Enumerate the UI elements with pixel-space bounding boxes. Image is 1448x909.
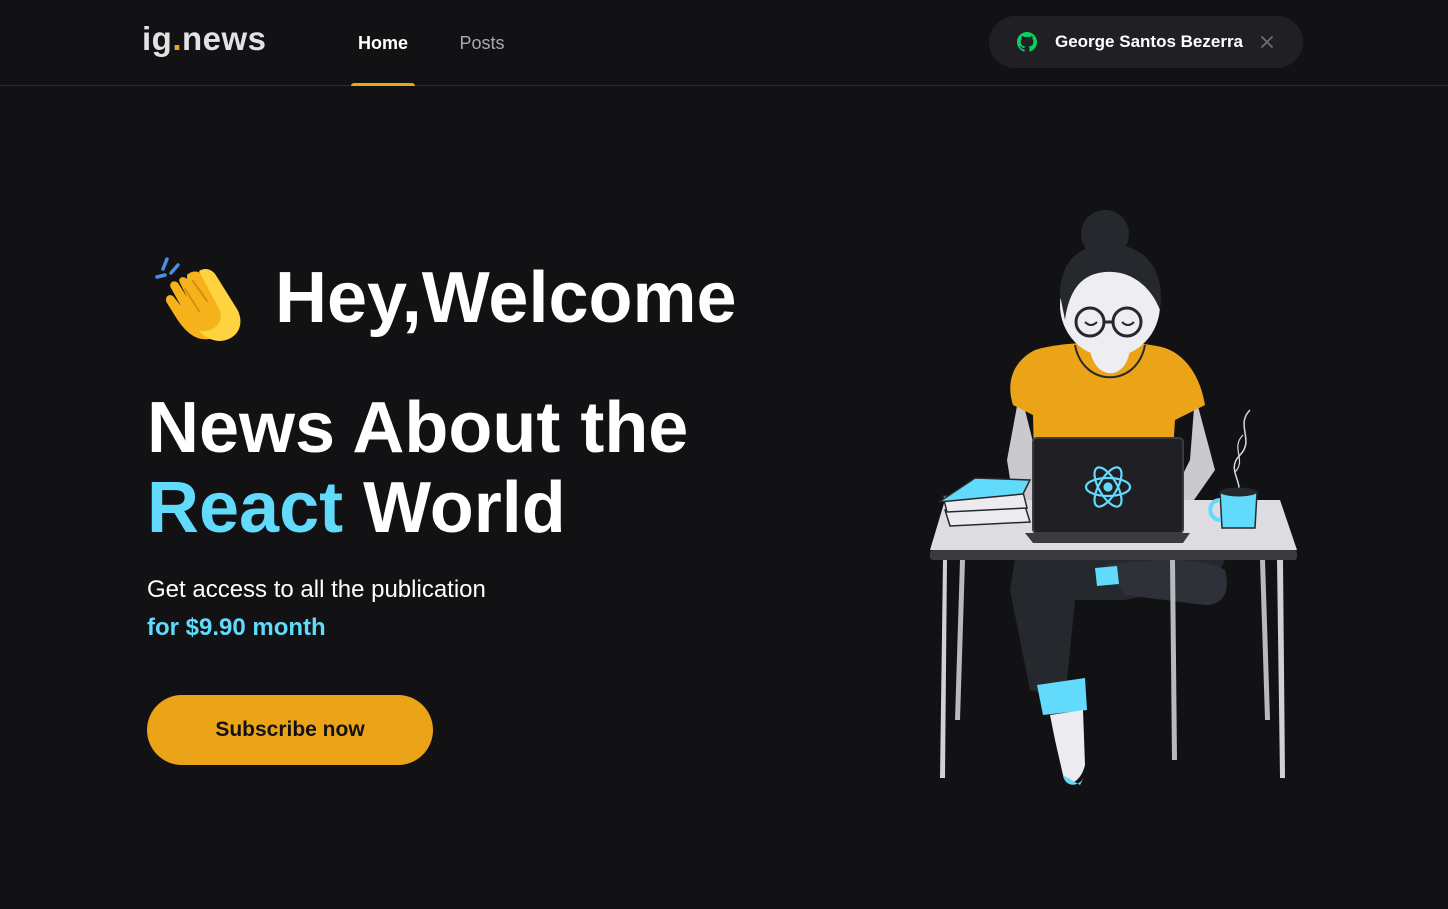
top-header: ig.news Home Posts George Santos Bezerra bbox=[0, 0, 1448, 86]
logo-text: ig bbox=[142, 20, 173, 57]
headline-accent: React bbox=[147, 468, 344, 548]
nav-posts-label: Posts bbox=[459, 32, 505, 53]
headline-line2-rest: World bbox=[363, 468, 566, 548]
signed-in-user-button[interactable]: George Santos Bezerra bbox=[989, 16, 1303, 68]
brand-logo[interactable]: ig.news bbox=[142, 20, 267, 58]
close-icon[interactable] bbox=[1257, 32, 1277, 52]
nav-home-link[interactable]: Home bbox=[351, 0, 415, 86]
clapping-hands-icon bbox=[155, 257, 241, 341]
greeting-row: Hey,Welcome bbox=[147, 255, 737, 341]
nav-posts-link[interactable]: Posts bbox=[437, 0, 527, 86]
active-nav-indicator bbox=[351, 83, 415, 86]
user-name: George Santos Bezerra bbox=[1055, 32, 1244, 51]
hero-headline: News About the React World bbox=[147, 388, 688, 548]
subscribe-button[interactable]: Subscribe now bbox=[147, 695, 433, 765]
subscription-price: for $9.90 month bbox=[147, 614, 326, 641]
greeting-text: Hey,Welcome bbox=[275, 258, 737, 338]
headline-line1: News About the bbox=[147, 388, 689, 468]
nav-home-label: Home bbox=[357, 32, 408, 53]
github-icon bbox=[1017, 32, 1037, 52]
woman-with-laptop-illustration bbox=[930, 210, 1297, 785]
hero-subtitle: Get access to all the publication bbox=[147, 576, 486, 603]
main-nav: Home Posts bbox=[351, 0, 527, 86]
logo-dot: . bbox=[172, 20, 182, 57]
logo-suffix: news bbox=[182, 20, 267, 57]
